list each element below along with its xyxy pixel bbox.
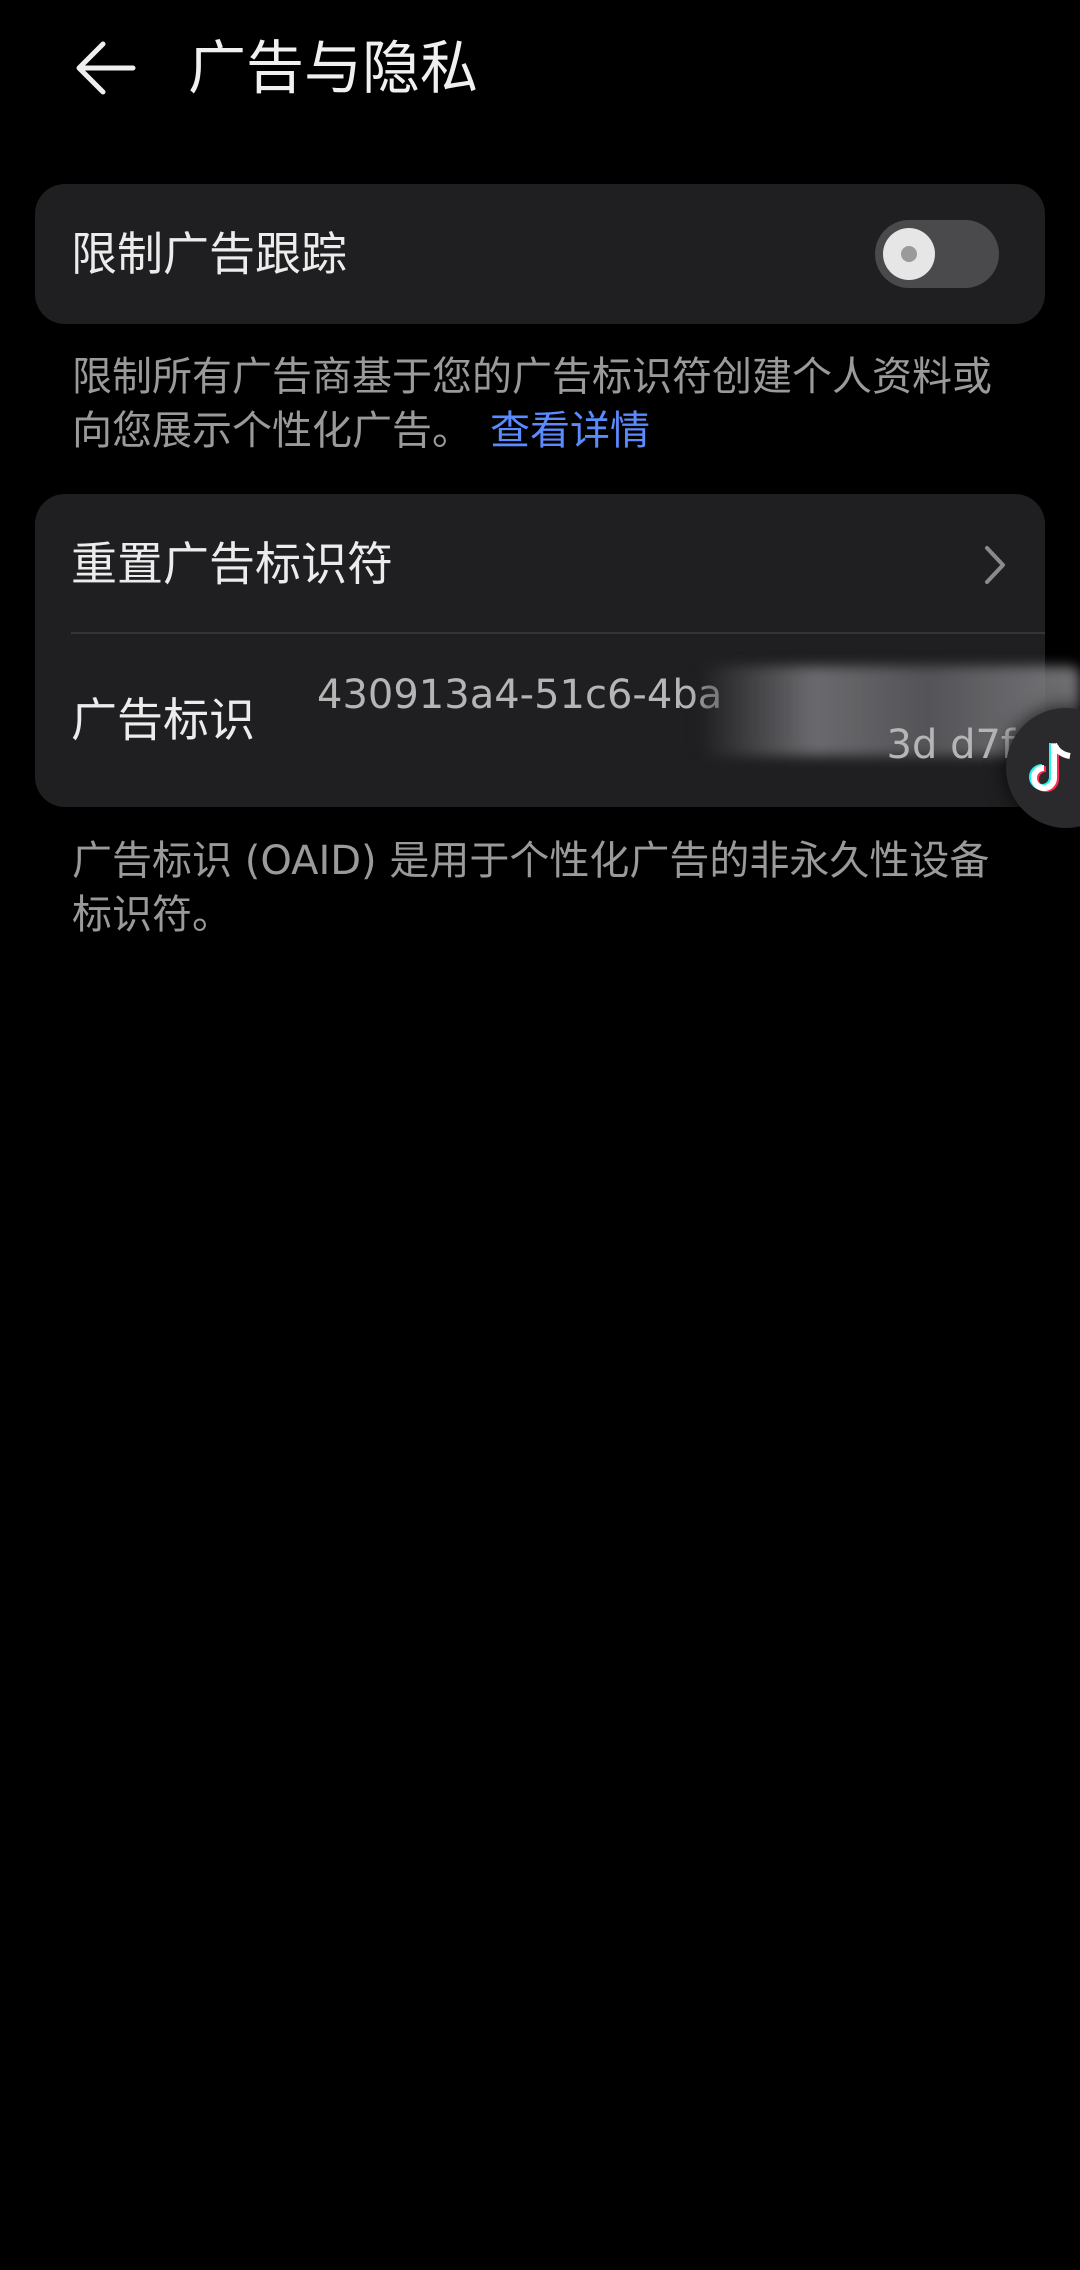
reset-identifier-label: 重置广告标识符 xyxy=(71,537,393,591)
divider xyxy=(71,632,1045,634)
back-button[interactable] xyxy=(62,30,148,106)
view-details-link[interactable]: 查看详情 xyxy=(490,408,650,454)
oaid-description: 广告标识 (OAID) 是用于个性化广告的非永久性设备标识符。 xyxy=(72,838,990,938)
chevron-right-icon xyxy=(985,546,1005,584)
limit-tracking-card[interactable]: 限制广告跟踪 xyxy=(35,184,1045,324)
ad-id-label: 广告标识 xyxy=(71,693,255,747)
limit-tracking-description: 限制所有广告商基于您的广告标识符创建个人资料或向您展示个性化广告。 查看详情 xyxy=(72,350,1012,458)
tiktok-icon xyxy=(1029,742,1071,792)
app-header: 广告与隐私 xyxy=(0,0,1080,140)
ad-id-value-end: 3d d7f xyxy=(886,722,1015,768)
toggle-knob xyxy=(883,228,935,280)
ad-id-value: 430913a4-51c6-4ba xyxy=(317,672,723,718)
arrow-left-icon xyxy=(76,41,136,95)
limit-tracking-label: 限制广告跟踪 xyxy=(71,227,347,281)
reset-identifier-row[interactable]: 重置广告标识符 xyxy=(35,494,1045,632)
ad-identifier-card: 重置广告标识符 广告标识 430913a4-51c6-4ba 3d d7f xyxy=(35,494,1080,807)
limit-tracking-toggle[interactable] xyxy=(875,220,999,288)
page-title: 广告与隐私 xyxy=(188,34,479,102)
